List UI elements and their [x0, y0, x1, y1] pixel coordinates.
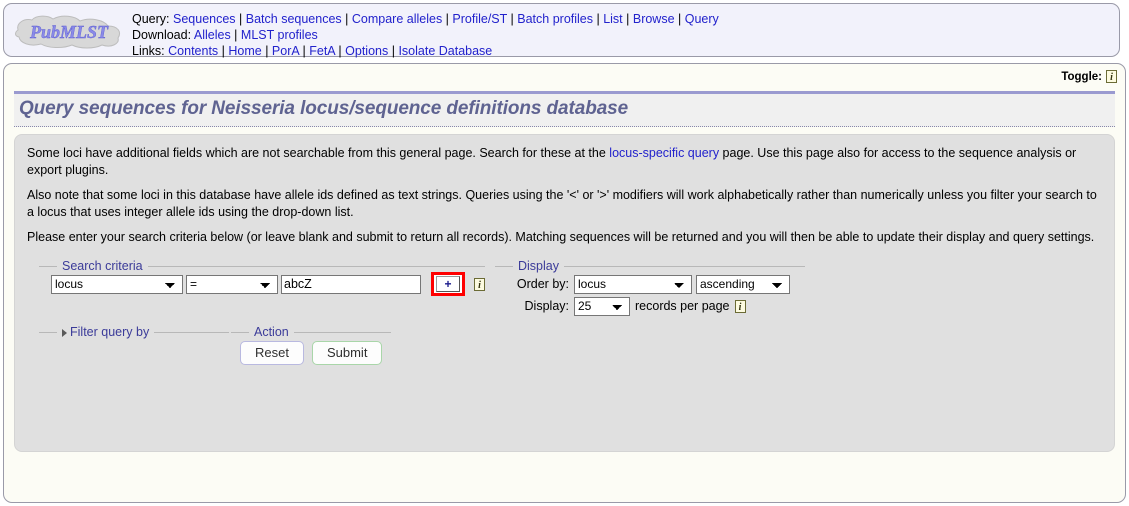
- order-by-select[interactable]: locus: [574, 274, 692, 294]
- search-field-select[interactable]: locus: [51, 274, 183, 294]
- nav-link-feta[interactable]: FetA: [309, 44, 335, 58]
- nav-row-download: Download: Alleles | MLST profiles: [132, 28, 318, 42]
- header-nav: Query: Sequences | Batch sequences | Com…: [132, 11, 719, 59]
- nav-link-alleles[interactable]: Alleles: [194, 28, 231, 42]
- nav-link-batch-profiles[interactable]: Batch profiles: [517, 12, 593, 26]
- nav-link-contents[interactable]: Contents: [168, 44, 218, 58]
- page-title: Query sequences for Neisseria locus/sequ…: [19, 98, 629, 119]
- nav-row-links: Links: Contents | Home | PorA | FetA | O…: [132, 44, 493, 58]
- intro-1-text-before: Some loci have additional fields which a…: [27, 146, 610, 160]
- nav-link-sequences[interactable]: Sequences: [173, 12, 236, 26]
- pubmlst-logo-graphic: PubMLST: [15, 15, 121, 49]
- intro-paragraph-1: Some loci have additional fields which a…: [27, 145, 1104, 179]
- page-title-container: Query sequences for Neisseria locus/sequ…: [14, 91, 1115, 127]
- nav-row-query: Query: Sequences | Batch sequences | Com…: [132, 12, 719, 26]
- nav-link-query[interactable]: Query: [685, 12, 719, 26]
- search-criteria-row: locus = + i: [39, 272, 485, 296]
- query-form-box: Some loci have additional fields which a…: [14, 134, 1115, 452]
- search-criteria-info-icon[interactable]: i: [474, 277, 485, 291]
- reset-button[interactable]: Reset: [240, 341, 304, 365]
- filter-legend[interactable]: Filter query by: [57, 325, 154, 339]
- page-size-row: Display: 25 records per page i: [495, 295, 805, 317]
- nav-link-home[interactable]: Home: [228, 44, 261, 58]
- nav-row-download-label: Download:: [132, 28, 192, 42]
- submit-button[interactable]: Submit: [311, 341, 383, 365]
- nav-link-profile-st[interactable]: Profile/ST: [452, 12, 507, 26]
- toggle-control: Toggle: i: [1061, 70, 1117, 83]
- site-header: PubMLST Query: Sequences | Batch sequenc…: [3, 3, 1120, 59]
- order-by-label: Order by:: [516, 277, 569, 291]
- nav-link-browse[interactable]: Browse: [633, 12, 675, 26]
- nav-row-links-label: Links:: [132, 44, 165, 58]
- action-fieldset: Action Reset Submit: [231, 325, 391, 369]
- order-by-row: Order by: locus ascending: [495, 273, 805, 295]
- intro-paragraph-2: Also note that some loci in this databas…: [27, 188, 1097, 219]
- action-buttons-row: Reset Submit: [231, 339, 391, 365]
- search-operator-select[interactable]: =: [186, 274, 278, 294]
- search-criteria-legend: Search criteria: [62, 259, 143, 273]
- pubmlst-logo: PubMLST: [12, 12, 126, 50]
- nav-link-list[interactable]: List: [603, 12, 622, 26]
- sort-direction-select[interactable]: ascending: [696, 274, 790, 294]
- chevron-right-icon[interactable]: [62, 328, 67, 337]
- search-value-input[interactable]: [281, 274, 421, 294]
- nav-link-pora[interactable]: PorA: [272, 44, 299, 58]
- nav-link-compare-alleles[interactable]: Compare alleles: [352, 12, 442, 26]
- toggle-label: Toggle:: [1061, 70, 1102, 83]
- page-size-select[interactable]: 25: [574, 296, 630, 316]
- nav-link-isolate-database[interactable]: Isolate Database: [398, 44, 492, 58]
- search-criteria-fieldset: Search criteria locus = + i: [39, 259, 485, 303]
- svg-text:PubMLST: PubMLST: [29, 22, 109, 42]
- add-criteria-button[interactable]: +: [436, 276, 460, 292]
- display-info-icon[interactable]: i: [734, 299, 746, 313]
- nav-link-options[interactable]: Options: [345, 44, 388, 58]
- display-label: Display:: [524, 299, 569, 313]
- nav-row-query-label: Query:: [132, 12, 170, 26]
- locus-specific-query-link[interactable]: locus-specific query: [609, 146, 719, 160]
- nav-link-batch-sequences[interactable]: Batch sequences: [246, 12, 342, 26]
- display-legend: Display: [518, 259, 559, 273]
- info-icon[interactable]: i: [1106, 70, 1117, 83]
- display-fieldset: Display Order by: locus ascending Displa…: [495, 259, 805, 319]
- filter-fieldset: Filter query by: [39, 325, 229, 369]
- records-per-page-label: records per page: [635, 299, 730, 313]
- filter-legend-label: Filter query by: [70, 325, 150, 339]
- main-content-panel: Toggle: i Query sequences for Neisseria …: [3, 63, 1126, 503]
- add-criteria-highlight: +: [431, 272, 465, 296]
- nav-link-mlst-profiles[interactable]: MLST profiles: [241, 28, 318, 42]
- action-legend: Action: [254, 325, 289, 339]
- intro-paragraph-3: Please enter your search criteria below …: [27, 230, 1095, 244]
